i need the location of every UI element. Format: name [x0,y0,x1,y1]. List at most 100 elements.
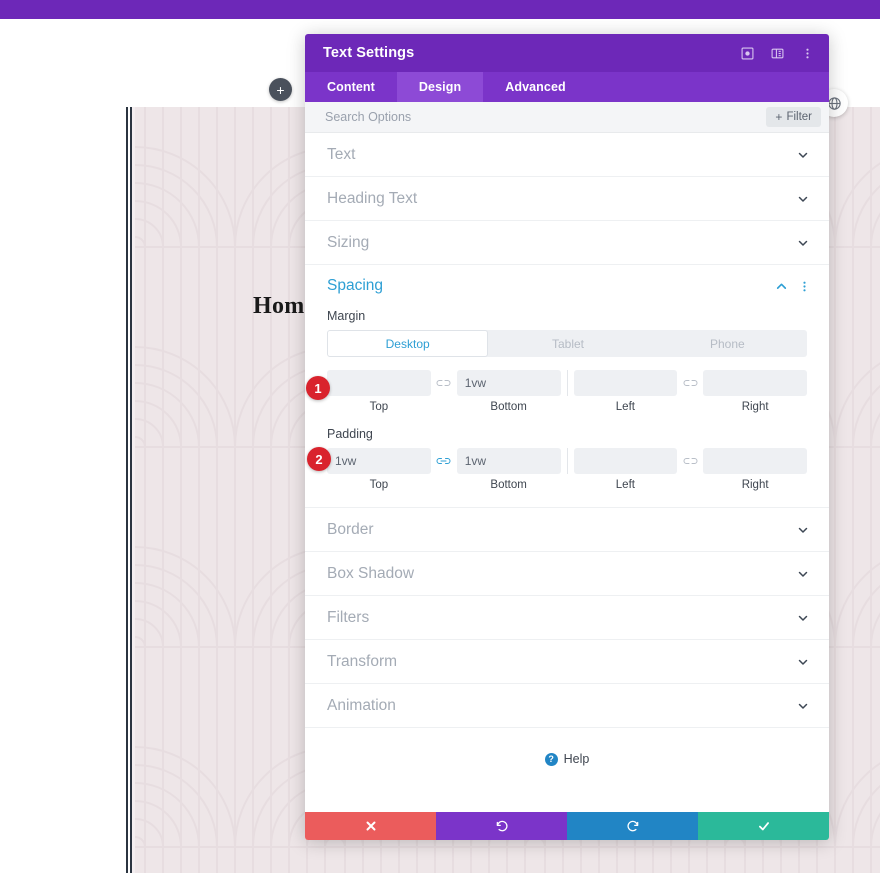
help-label: Help [563,752,590,766]
device-tab-phone[interactable]: Phone [648,330,807,357]
chevron-down-icon [797,700,809,712]
more-vertical-icon[interactable] [799,45,815,61]
section-spacing-header[interactable]: Spacing [305,265,829,307]
padding-bottom-input[interactable] [456,448,561,474]
add-module-button[interactable]: + [269,78,292,101]
section-heading-text[interactable]: Heading Text [305,177,829,221]
section-heading-text-label: Heading Text [327,189,418,207]
margin-top-cell: Top [327,370,431,413]
layout-panel-icon[interactable] [769,45,785,61]
padding-top-input[interactable] [327,448,431,474]
chevron-down-icon [797,193,809,205]
padding-left-input[interactable] [573,448,678,474]
chevron-down-icon [797,568,809,580]
expand-icon[interactable] [739,45,755,61]
section-spacing-actions [775,280,811,293]
screenshot-root: Home + Text Settings Content Design Adva… [0,0,880,873]
admin-top-bar [0,0,880,19]
link-unlinked-icon[interactable] [677,448,703,474]
padding-right-input[interactable] [703,448,807,474]
margin-inputs: Top Bottom [327,370,807,413]
section-text-label: Text [327,145,356,163]
margin-device-tabs: Desktop Tablet Phone [327,330,807,357]
margin-bottom-caption: Bottom [490,401,527,413]
spacing-body: Margin Desktop Tablet Phone Top 1vw Bott… [305,309,829,507]
annotation-badge-1: 1 [306,376,330,400]
margin-left-cell: Left [573,370,678,413]
section-transform[interactable]: Transform [305,640,829,684]
padding-bottom-cell: Bottom [456,448,561,491]
section-transform-label: Transform [327,652,398,670]
tab-design[interactable]: Design [396,72,484,102]
section-spacing: Spacing Margin Desktop Tablet Phone Top … [305,265,829,508]
padding-right-cell: Right [703,448,807,491]
margin-bottom-input[interactable] [456,370,561,396]
frame-rails [126,107,135,873]
tab-content[interactable]: Content [305,72,397,102]
chevron-down-icon [797,656,809,668]
chevron-down-icon [797,237,809,249]
margin-left-input[interactable] [573,370,678,396]
section-animation[interactable]: Animation [305,684,829,728]
chevron-down-icon [797,612,809,624]
padding-left-caption: Left [615,479,635,491]
section-sizing-label: Sizing [327,233,370,251]
section-filters[interactable]: Filters [305,596,829,640]
tab-advanced[interactable]: Advanced [483,72,588,102]
section-animation-label: Animation [327,696,396,714]
redo-button[interactable] [567,812,698,840]
help-link[interactable]: ? Help [305,728,829,766]
save-button[interactable] [698,812,829,840]
page-title: Text Settings [323,45,415,61]
help-icon: ? [544,752,558,766]
section-box-shadow-label: Box Shadow [327,564,415,582]
margin-divider [566,370,568,396]
modal-header: Text Settings [305,34,829,72]
section-sizing[interactable]: Sizing [305,221,829,265]
modal-tabs: Content Design Advanced [305,72,829,102]
margin-right-caption: Right [741,401,769,413]
padding-top-cell: Top [327,448,431,491]
section-border[interactable]: Border [305,508,829,552]
padding-label: Padding [327,427,373,441]
margin-bottom-cell: Bottom [456,370,561,413]
margin-left-caption: Left [615,401,635,413]
chevron-down-icon [797,149,809,161]
search-input[interactable] [325,110,767,124]
search-row: + Filter [305,102,829,133]
chevron-up-icon[interactable] [775,280,788,293]
modal-footer [305,812,829,840]
padding-left-cell: Left [573,448,678,491]
section-box-shadow[interactable]: Box Shadow [305,552,829,596]
section-filters-label: Filters [327,608,370,626]
chevron-down-icon [797,524,809,536]
padding-inputs: Top Bottom [327,448,807,491]
undo-button[interactable] [436,812,567,840]
margin-label: Margin [327,309,366,323]
margin-top-caption: Top [369,401,389,413]
padding-bottom-caption: Bottom [490,479,527,491]
device-tab-desktop[interactable]: Desktop [327,330,489,357]
section-border-label: Border [327,520,374,538]
margin-right-cell: Right [703,370,807,413]
plus-icon: + [775,110,783,124]
section-text[interactable]: Text [305,133,829,177]
cancel-button[interactable] [305,812,436,840]
undo-icon [496,820,508,832]
more-vertical-icon[interactable] [798,280,811,293]
padding-right-caption: Right [741,479,769,491]
redo-icon [626,820,638,832]
annotation-badge-2: 2 [307,447,331,471]
filter-button-label: Filter [786,111,812,123]
link-linked-icon[interactable] [431,448,457,474]
filter-button[interactable]: + Filter [766,107,821,127]
margin-top-input[interactable] [327,370,431,396]
modal-body: Text Heading Text Sizing Spacing Margin … [305,133,829,812]
padding-top-caption: Top [369,479,389,491]
margin-right-input[interactable] [703,370,807,396]
padding-divider [566,448,568,474]
modal-header-actions [739,45,815,61]
device-tab-tablet[interactable]: Tablet [488,330,647,357]
link-unlinked-icon[interactable] [431,370,457,396]
link-unlinked-icon[interactable] [677,370,703,396]
